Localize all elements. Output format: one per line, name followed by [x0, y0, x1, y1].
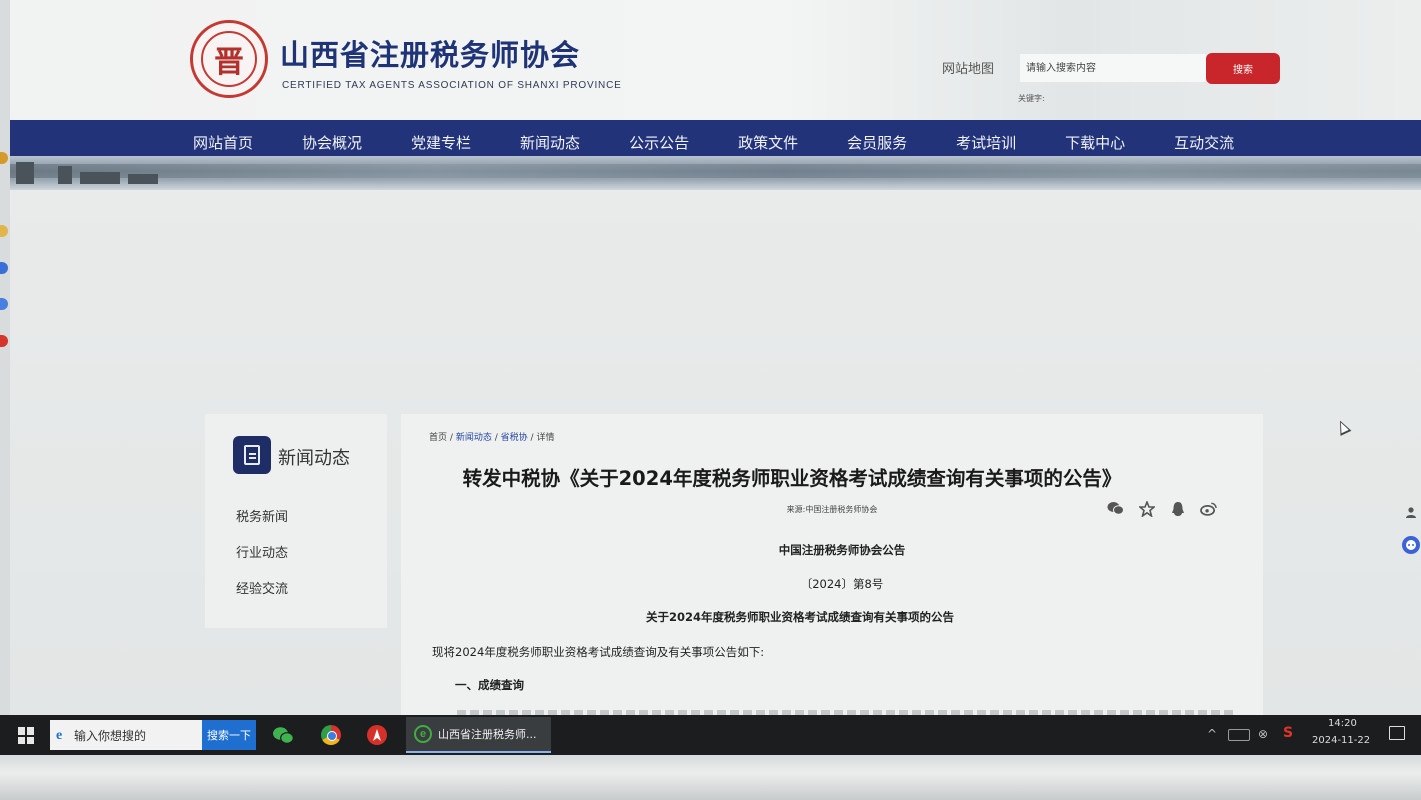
nav-item-policy[interactable]: 政策文件 — [738, 132, 798, 153]
tray-chevron-up-icon[interactable]: ^ — [1207, 727, 1217, 741]
wechat-app-icon[interactable] — [270, 722, 296, 748]
sidebar-item-experience[interactable]: 经验交流 — [236, 578, 288, 597]
mountain-ridge — [10, 164, 1421, 178]
nav-item-member[interactable]: 会员服务 — [847, 132, 907, 153]
desktop-icon[interactable] — [0, 225, 8, 237]
nav-item-notices[interactable]: 公示公告 — [629, 132, 689, 153]
notice-org: 中国注册税务师协会公告 — [778, 543, 906, 557]
breadcrumb-sep: / — [494, 433, 498, 443]
star-icon[interactable] — [1138, 500, 1155, 517]
monitor-bezel — [0, 755, 1421, 800]
breadcrumb-province[interactable]: 省税协 — [501, 433, 528, 443]
notice-title: 关于2024年度税务师职业资格考试成绩查询有关事项的公告 — [645, 610, 954, 624]
building-shape — [80, 172, 120, 184]
site-title: 山西省注册税务师协会 — [280, 38, 581, 72]
nav-item-news[interactable]: 新闻动态 — [520, 132, 580, 153]
building-shape — [58, 166, 72, 184]
breadcrumb: 首页 / 新闻动态 / 省税协 / 详情 — [429, 430, 554, 443]
nav-item-download[interactable]: 下载中心 — [1065, 132, 1125, 153]
desktop-icon[interactable] — [0, 262, 8, 274]
sidebar-item-tax-news[interactable]: 税务新闻 — [236, 506, 288, 525]
nav-item-party[interactable]: 党建专栏 — [411, 132, 471, 153]
taskbar-search-button[interactable]: 搜索一下 — [202, 720, 256, 750]
article-intro: 现将2024年度税务师职业资格考试成绩查询及有关事项公告如下: — [432, 645, 765, 659]
sidebar: 新闻动态 税务新闻 行业动态 经验交流 — [205, 414, 387, 628]
share-icons — [1107, 500, 1217, 517]
taskbar-browser-window[interactable]: e 山西省注册税务师... — [406, 717, 551, 753]
notice-number: 〔2024〕第8号 — [800, 577, 884, 591]
breadcrumb-news[interactable]: 新闻动态 — [456, 433, 492, 443]
clock-date[interactable]: 2024-11-22 — [1312, 735, 1370, 746]
windows-start-icon[interactable] — [18, 727, 35, 744]
chrome-app-icon[interactable] — [318, 722, 344, 748]
float-chat-icon[interactable] — [1402, 536, 1420, 554]
building-shape — [128, 174, 158, 184]
desktop-icon[interactable] — [0, 152, 8, 164]
browser-ie-icon: e — [414, 725, 432, 743]
search-button[interactable]: 搜索 — [1206, 53, 1280, 84]
taskbar-window-title: 山西省注册税务师... — [438, 728, 537, 741]
breadcrumb-sep: / — [449, 433, 453, 443]
breadcrumb-sep: / — [530, 433, 534, 443]
clock-time[interactable]: 14:20 — [1328, 718, 1357, 729]
association-logo[interactable]: 晋 — [190, 20, 268, 98]
logo-char: 晋 — [214, 45, 244, 80]
banner-image — [10, 156, 1421, 190]
weibo-icon[interactable] — [1200, 500, 1217, 517]
article-title: 转发中税协《关于2024年度税务师职业资格考试成绩查询有关事项的公告》 — [462, 467, 1122, 490]
desktop-icon[interactable] — [0, 335, 8, 347]
logo-seal-icon: 晋 — [201, 31, 257, 87]
news-doc-icon — [233, 436, 271, 474]
sidebar-title: 新闻动态 — [278, 448, 350, 469]
desktop-icon[interactable] — [0, 298, 8, 310]
red-app-icon[interactable] — [364, 722, 390, 748]
building-shape — [16, 162, 34, 184]
taskbar-search-placeholder: 输入你想搜的 — [74, 728, 147, 743]
taskbar-search-input[interactable]: e 输入你想搜的 — [50, 720, 202, 750]
sitemap-link[interactable]: 网站地图 — [942, 58, 994, 77]
qq-icon[interactable] — [1169, 500, 1186, 517]
float-user-icon[interactable] — [1402, 503, 1420, 521]
nav-item-about[interactable]: 协会概况 — [302, 132, 362, 153]
keyword-label: 关键字: — [1018, 94, 1045, 103]
nav-item-exam[interactable]: 考试培训 — [956, 132, 1016, 153]
nav-item-interaction[interactable]: 互动交流 — [1174, 132, 1234, 153]
breadcrumb-home[interactable]: 首页 — [429, 433, 447, 443]
notification-icon[interactable] — [1389, 726, 1405, 740]
browser-e-icon: e — [56, 728, 63, 743]
sidebar-item-industry[interactable]: 行业动态 — [236, 542, 288, 561]
section-heading: 一、成绩查询 — [455, 678, 524, 692]
site-subtitle: CERTIFIED TAX AGENTS ASSOCIATION OF SHAN… — [282, 80, 622, 91]
breadcrumb-detail: 详情 — [536, 433, 555, 443]
desktop-left-strip — [0, 0, 10, 715]
tray-settings-icon[interactable]: ⊗ — [1258, 727, 1268, 741]
keyboard-icon[interactable] — [1228, 729, 1250, 741]
article-panel: 首页 / 新闻动态 / 省税协 / 详情 转发中税协《关于2024年度税务师职业… — [401, 414, 1263, 715]
input-method-s-icon[interactable]: S — [1283, 725, 1297, 743]
site-header: 晋 山西省注册税务师协会 CERTIFIED TAX AGENTS ASSOCI… — [10, 0, 1421, 120]
search-input[interactable] — [1020, 54, 1206, 82]
nav-item-home[interactable]: 网站首页 — [193, 132, 253, 153]
taskbar: e 输入你想搜的 搜索一下 e 山西省注册税务师... ^ ⊗ S 14:20 … — [0, 715, 1421, 755]
wechat-icon[interactable] — [1107, 500, 1124, 517]
